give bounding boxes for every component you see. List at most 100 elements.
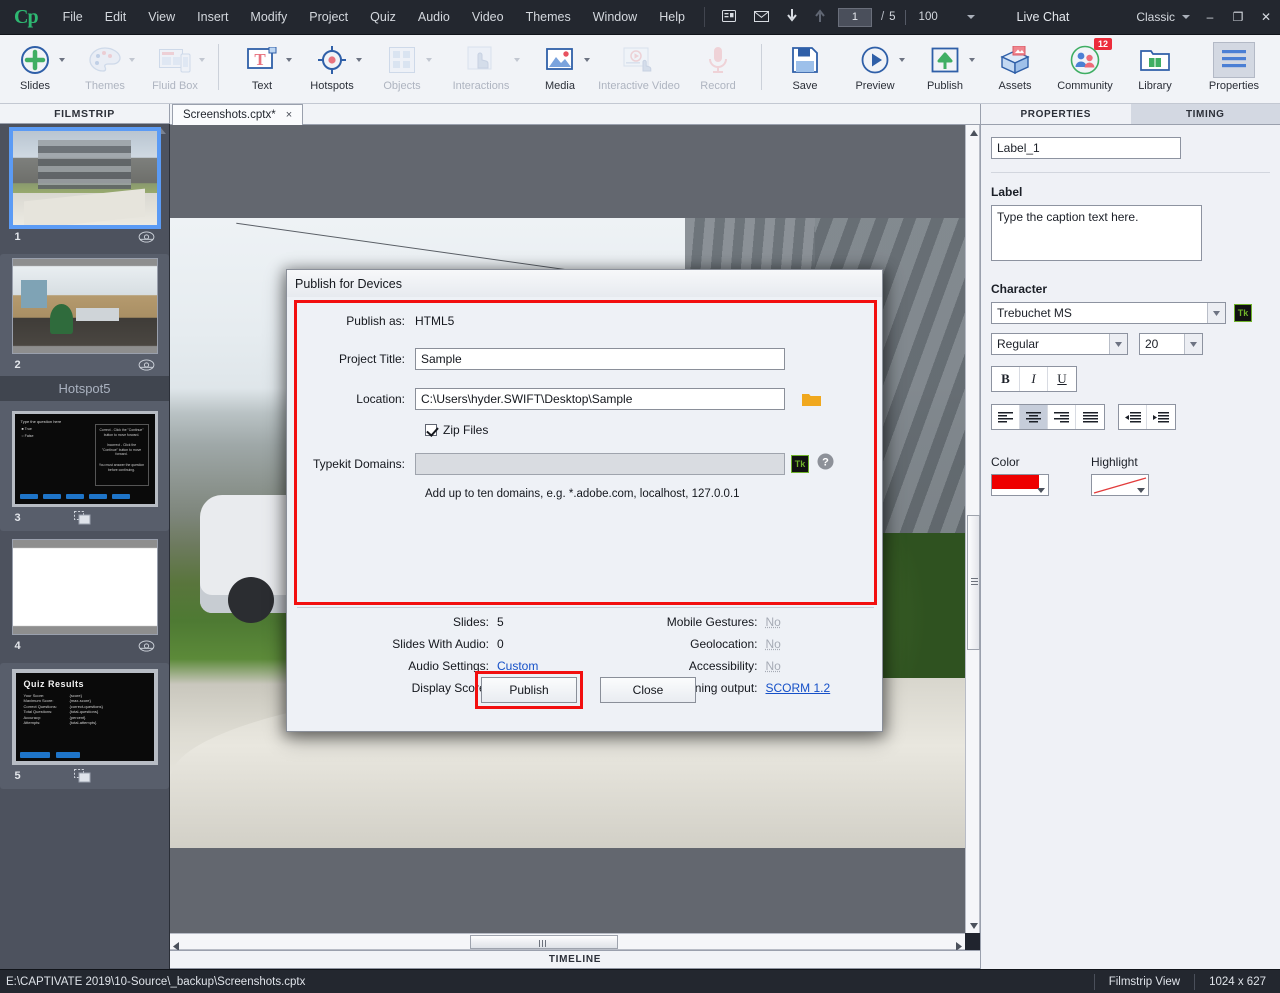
menu-item-help[interactable]: Help — [648, 0, 696, 35]
typekit-badge-icon[interactable]: Tk — [791, 455, 809, 473]
close-dialog-button[interactable]: Close — [600, 677, 696, 703]
item-name-input[interactable] — [991, 137, 1181, 159]
ribbon-button-media[interactable]: Media — [525, 38, 595, 101]
slide-1-thumbnail[interactable] — [12, 130, 158, 226]
slide-group-icon[interactable] — [74, 769, 91, 783]
menu-item-project[interactable]: Project — [298, 0, 359, 35]
chevron-down-icon[interactable] — [286, 58, 292, 62]
filmstrip-slide-5[interactable]: Quiz Results Your Score:{score}Maximum S… — [7, 663, 163, 787]
caption-text-area[interactable] — [991, 205, 1202, 261]
align-center-icon[interactable] — [1020, 405, 1048, 429]
zoom-level[interactable]: 100 — [915, 11, 967, 23]
menu-item-modify[interactable]: Modify — [239, 0, 298, 35]
bold-button[interactable]: B — [992, 367, 1020, 391]
font-family-select[interactable]: Trebuchet MS — [991, 302, 1226, 324]
underline-button[interactable]: U — [1048, 367, 1076, 391]
zip-files-checkbox[interactable] — [425, 424, 437, 436]
chevron-down-icon[interactable] — [899, 58, 905, 62]
document-tab[interactable]: Screenshots.cptx* × — [172, 104, 303, 125]
italic-button[interactable]: I — [1020, 367, 1048, 391]
align-justify-icon[interactable] — [1076, 405, 1104, 429]
filmstrip-slide-2[interactable]: 2 — [7, 254, 163, 376]
publish-button[interactable]: Publish — [481, 677, 577, 703]
slide-group-icon[interactable] — [74, 511, 91, 525]
ribbon-button-library[interactable]: Library — [1120, 38, 1190, 101]
location-input[interactable] — [415, 388, 785, 410]
slide-4-thumbnail[interactable] — [12, 539, 158, 635]
vertical-scroll-thumb[interactable] — [967, 515, 980, 650]
chevron-down-icon[interactable] — [129, 58, 135, 62]
menu-item-window[interactable]: Window — [582, 0, 648, 35]
mail-icon[interactable] — [745, 0, 778, 35]
hotspot-button-skip[interactable] — [66, 494, 84, 499]
chevron-down-icon[interactable] — [1207, 303, 1225, 323]
chevron-down-icon[interactable] — [356, 58, 362, 62]
filmstrip-slide-1[interactable]: 1 — [7, 130, 163, 248]
help-question-icon[interactable]: ? — [817, 453, 834, 475]
restore-button[interactable]: ❐ — [1224, 4, 1252, 30]
chevron-down-icon[interactable] — [199, 58, 205, 62]
ribbon-button-save[interactable]: Save — [770, 38, 840, 101]
close-button[interactable]: ✕ — [1252, 4, 1280, 30]
ribbon-button-properties[interactable]: Properties — [1190, 38, 1278, 101]
menu-item-insert[interactable]: Insert — [186, 0, 239, 35]
live-chat-link[interactable]: Live Chat — [1017, 10, 1070, 24]
menu-item-edit[interactable]: Edit — [94, 0, 138, 35]
canvas-horizontal-scrollbar[interactable] — [170, 933, 965, 950]
slide-2-thumbnail[interactable] — [12, 258, 158, 354]
slide-view-icon[interactable] — [138, 359, 155, 371]
menu-item-themes[interactable]: Themes — [515, 0, 582, 35]
ribbon-button-hotspots[interactable]: Hotspots — [297, 38, 367, 101]
highlight-swatch[interactable] — [1091, 474, 1149, 496]
scroll-up-icon[interactable] — [966, 125, 981, 140]
quiz-button-review[interactable] — [20, 752, 50, 758]
chevron-down-icon[interactable] — [1037, 488, 1045, 493]
status-view-mode[interactable]: Filmstrip View — [1094, 974, 1194, 990]
up-arrow-icon[interactable] — [806, 0, 834, 35]
typekit-domains-input[interactable] — [415, 453, 785, 475]
menu-item-video[interactable]: Video — [461, 0, 515, 35]
screen-icon[interactable] — [713, 0, 745, 35]
align-right-icon[interactable] — [1048, 405, 1076, 429]
chevron-down-icon[interactable] — [59, 58, 65, 62]
slide-view-icon[interactable] — [138, 640, 155, 652]
hotspot-button-submit[interactable] — [89, 494, 107, 499]
quiz-button-continue[interactable] — [56, 752, 80, 758]
current-page-input[interactable]: 1 — [838, 8, 872, 27]
close-icon[interactable]: × — [286, 109, 292, 121]
ribbon-button-preview[interactable]: Preview — [840, 38, 910, 101]
chevron-down-icon[interactable] — [584, 58, 590, 62]
menu-item-file[interactable]: File — [52, 0, 94, 35]
tab-properties[interactable]: PROPERTIES — [981, 104, 1131, 125]
chevron-down-icon[interactable] — [426, 58, 432, 62]
scroll-down-icon[interactable] — [966, 918, 981, 933]
project-title-input[interactable] — [415, 348, 785, 370]
font-style-select[interactable]: Regular — [991, 333, 1128, 355]
outdent-icon[interactable] — [1119, 405, 1147, 429]
ribbon-button-assets[interactable]: Assets — [980, 38, 1050, 101]
chevron-down-icon[interactable] — [1184, 334, 1202, 354]
font-size-select[interactable]: 20 — [1139, 333, 1203, 355]
slide-3-thumbnail[interactable]: Type the question here ■ True ○ False Co… — [12, 411, 158, 507]
filmstrip-panel[interactable]: 1 2 — [0, 124, 170, 969]
canvas-vertical-scrollbar[interactable] — [965, 125, 980, 933]
filmstrip-slide-3[interactable]: Type the question here ■ True ○ False Co… — [7, 407, 163, 529]
ribbon-button-publish[interactable]: Publish — [910, 38, 980, 101]
chevron-down-icon[interactable] — [514, 58, 520, 62]
workspace-selector[interactable]: Classic — [1136, 10, 1196, 24]
ribbon-button-slides[interactable]: Slides — [0, 38, 70, 101]
hotspot-button-back[interactable] — [43, 494, 61, 499]
indent-icon[interactable] — [1147, 405, 1175, 429]
zoom-chevron-down-icon[interactable] — [967, 15, 975, 19]
chevron-down-icon[interactable] — [1109, 334, 1127, 354]
filmstrip-group-label[interactable]: Hotspot5 — [0, 376, 169, 401]
hotspot-button-clear[interactable] — [20, 494, 38, 499]
ribbon-button-community[interactable]: Community12 — [1050, 38, 1120, 101]
down-arrow-icon[interactable] — [778, 0, 806, 35]
align-left-icon[interactable] — [992, 405, 1020, 429]
slide-view-icon[interactable] — [138, 231, 155, 243]
chevron-down-icon[interactable] — [969, 58, 975, 62]
hotspot-button-extra[interactable] — [112, 494, 130, 499]
zip-files-row[interactable]: Zip Files — [425, 419, 874, 441]
menu-item-quiz[interactable]: Quiz — [359, 0, 407, 35]
